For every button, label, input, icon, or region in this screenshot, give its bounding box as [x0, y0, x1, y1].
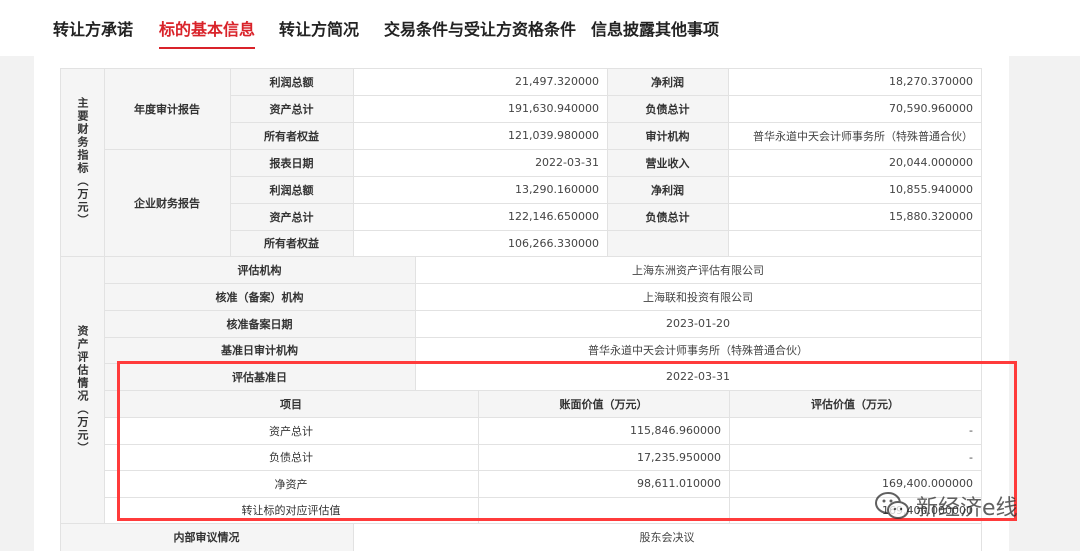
valuation-section-label: 资产评估情况（万元）: [60, 256, 104, 523]
field-label: 净利润: [607, 176, 728, 203]
field-label: 营业收入: [607, 149, 728, 176]
field-label: 资产总计: [230, 95, 353, 122]
enterprise-report-label: 企业财务报告: [104, 149, 230, 256]
grid-line: [60, 68, 981, 69]
field-value: 121,039.980000: [353, 122, 607, 149]
empty-label: [607, 230, 728, 256]
valuation-info-label: 核准（备案）机构: [104, 283, 415, 310]
grid-line: [607, 68, 608, 256]
field-value: 191,630.940000: [353, 95, 607, 122]
tab-disclosure-other[interactable]: 信息披露其他事项: [591, 16, 719, 40]
valuation-info-label: 评估机构: [104, 256, 415, 283]
field-value: 2022-03-31: [353, 149, 607, 176]
grid-line: [60, 68, 61, 551]
field-value: 122,146.650000: [353, 203, 607, 230]
grid-line: [728, 68, 729, 256]
grid-line: [104, 149, 981, 150]
field-label: 利润总额: [230, 68, 353, 95]
tab-basic-info[interactable]: 标的基本信息: [159, 16, 256, 49]
tab-transferor-profile[interactable]: 转让方简况: [279, 16, 359, 40]
field-label: 负债总计: [607, 203, 728, 230]
grid-line: [104, 68, 105, 523]
field-label: 所有者权益: [230, 230, 353, 256]
annual-audit-label: 年度审计报告: [104, 68, 230, 149]
valuation-info-value: 上海东洲资产评估有限公司: [415, 256, 981, 283]
valuation-info-value: 普华永道中天会计师事务所（特殊普通合伙）: [415, 337, 981, 363]
internal-review-value: 股东会决议: [353, 523, 981, 551]
grid-line: [230, 68, 231, 256]
tab-transferor-commitment[interactable]: 转让方承诺: [53, 16, 133, 40]
valuation-info-label: 基准日审计机构: [104, 337, 415, 363]
wechat-icon: [875, 492, 909, 519]
grid-line: [230, 176, 981, 177]
internal-review-label: 内部审议情况: [60, 523, 353, 551]
watermark-text: 新经济e线: [916, 496, 1018, 521]
grid-line: [230, 95, 981, 96]
grid-line: [353, 68, 354, 256]
tab-trade-conditions[interactable]: 交易条件与受让方资格条件: [384, 16, 576, 40]
field-label: 资产总计: [230, 203, 353, 230]
valuation-info-label: 核准备案日期: [104, 310, 415, 337]
grid-line: [230, 122, 981, 123]
field-label: 所有者权益: [230, 122, 353, 149]
valuation-info-value: 上海联和投资有限公司: [415, 283, 981, 310]
field-value: 20,044.000000: [728, 149, 981, 176]
field-label: 负债总计: [607, 95, 728, 122]
grid-line: [104, 310, 981, 311]
field-label: 审计机构: [607, 122, 728, 149]
financial-section-label: 主要财务指标（万元）: [60, 68, 104, 256]
field-value: 70,590.960000: [728, 95, 981, 122]
field-value: 21,497.320000: [353, 68, 607, 95]
grid-line: [104, 283, 981, 284]
grid-line: [60, 256, 981, 257]
tab-bar: 转让方承诺 标的基本信息 转让方简况 交易条件与受让方资格条件 信息披露其他事项: [0, 0, 1080, 56]
grid-line: [353, 523, 354, 551]
field-value: 13,290.160000: [353, 176, 607, 203]
watermark: 新经济e线: [874, 486, 1054, 526]
field-value: 18,270.370000: [728, 68, 981, 95]
field-label: 利润总额: [230, 176, 353, 203]
field-label: 报表日期: [230, 149, 353, 176]
valuation-info-value: 2023-01-20: [415, 310, 981, 337]
field-value: 15,880.320000: [728, 203, 981, 230]
field-value: 10,855.940000: [728, 176, 981, 203]
empty-value: [728, 230, 981, 256]
field-label: 净利润: [607, 68, 728, 95]
grid-line: [104, 337, 981, 338]
grid-line: [230, 203, 981, 204]
grid-line: [230, 230, 981, 231]
grid-line: [60, 523, 981, 524]
field-value: 普华永道中天会计师事务所（特殊普通合伙）: [728, 122, 981, 149]
field-value: 106,266.330000: [353, 230, 607, 256]
